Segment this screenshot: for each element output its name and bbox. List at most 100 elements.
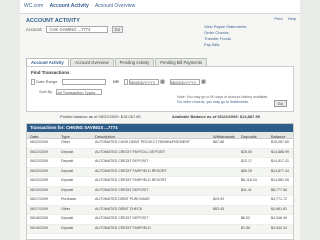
- column-header[interactable]: Type: [61, 134, 70, 139]
- tab-pending-activity[interactable]: Pending Activity: [114, 58, 155, 66]
- table-cell-dep: $6,118.34: [241, 178, 257, 182]
- tab-pending-bill-payments[interactable]: Pending Bill Payments: [155, 58, 208, 66]
- table-cell-type: Deposit: [61, 168, 74, 173]
- page: WC.com Account Activity Account Overview…: [20, 0, 300, 240]
- table-cell-desc[interactable]: AUTOMATED CASH DEBIT PROJECT REIMBURSEME…: [95, 140, 191, 144]
- table-cell-desc[interactable]: AUTOMATED CREDIT PAYROLL DEPOSIT: [95, 150, 191, 154]
- table-cell-bal2: $14,881.95: [271, 178, 289, 182]
- table-row[interactable]: 06/16/2009 Deposit AUTOMATED CREDIT FAIRFI…: [27, 224, 293, 234]
- table-cell-date: 06/22/2009: [30, 178, 48, 182]
- table-cell-dep: $65.25: [241, 168, 252, 173]
- table-row[interactable]: 06/22/2009 Deposit AUTOMATED CREDIT DEPOSI…: [27, 158, 293, 168]
- calendar-icon[interactable]: ▦: [201, 79, 206, 85]
- table-cell-type: Deposit: [61, 159, 74, 163]
- from-date-input[interactable]: MM/DD/YYYY: [128, 79, 159, 85]
- table-cell-type: Other: [61, 206, 70, 211]
- sort-select[interactable]: All Transaction Types: [56, 89, 103, 95]
- find-note: Note: You may go to 90 days of account h…: [177, 95, 287, 104]
- table-cell-bal2: $14,877.44: [271, 168, 289, 173]
- table-cell-desc[interactable]: AUTOMATED CREDIT FAIRFIELD RESORT: [95, 178, 191, 182]
- print-link[interactable]: Print: [274, 16, 282, 21]
- available-balance: Available Balance as of 06/22/2009: $14,…: [172, 114, 260, 119]
- table-cell-desc[interactable]: AUTOMATED CREDIT FAIRFIELD RESORT: [95, 169, 191, 173]
- table-header: Date Type Description Withdrawals Deposi…: [27, 132, 293, 139]
- column-header[interactable]: Deposits: [241, 134, 257, 139]
- table-cell-desc[interactable]: AUTOMATED CREDIT DEPOSIT: [95, 188, 191, 192]
- table-cell-bal2: $4,981.81: [271, 206, 287, 211]
- calendar-icon[interactable]: ▦: [160, 79, 165, 85]
- account-go-button[interactable]: Go: [111, 26, 124, 33]
- table-cell-date: 06/19/2009: [30, 187, 48, 192]
- table-row[interactable]: 06/16/2009 Deposit AUTOMATED CREDIT DEPOSI…: [27, 215, 293, 225]
- date-range-select[interactable]: [61, 79, 106, 85]
- column-header[interactable]: Withdrawals: [213, 134, 235, 139]
- table-cell-type: Deposit: [61, 149, 74, 154]
- column-header[interactable]: Description: [95, 134, 191, 139]
- table-row[interactable]: 06/19/2009 Deposit AUTOMATED CREDIT DEPOSI…: [27, 186, 293, 196]
- table-row[interactable]: 06/22/2009 Deposit AUTOMATED CREDIT PAYROL…: [27, 148, 293, 158]
- sort-row: Sort By All Transaction Types: [31, 89, 103, 95]
- table-title: Transactions for: CHKING SAVINGS ...7774: [27, 124, 293, 132]
- tab-account-activity[interactable]: Account Activity: [26, 58, 69, 66]
- nav-account-activity[interactable]: Account Activity: [50, 3, 89, 9]
- balance-row: Posted balance as of 06/22/2009: $15,067…: [26, 113, 294, 121]
- table-cell-desc[interactable]: AUTOMATED CREDIT DEPOSIT: [95, 216, 191, 220]
- table-cell-desc[interactable]: AUTOMATED DEBIT CHECK: [95, 207, 191, 211]
- custom-range-radio[interactable]: [123, 79, 128, 85]
- table-cell-date: 06/17/2009: [30, 206, 48, 211]
- table-cell-bal2: $8,777.56: [271, 187, 287, 192]
- table-cell-dep: $11.41: [241, 187, 252, 192]
- site-link[interactable]: WC.com: [24, 3, 43, 9]
- table-cell-date: 06/22/2009: [30, 149, 48, 154]
- date-range-label: Date Range: [36, 79, 58, 85]
- table-cell-type: Deposit: [61, 216, 74, 220]
- table-cell-type: Deposit: [61, 225, 74, 230]
- transactions-table: Transactions for: CHKING SAVINGS ...7774…: [26, 123, 294, 240]
- table-cell-bal2: $14,888.99: [271, 149, 289, 154]
- statements-link[interactable]: For older records, you may go to Stateme…: [177, 100, 287, 105]
- help-link[interactable]: Help: [288, 16, 296, 21]
- quick-link[interactable]: Pay Bills: [204, 42, 296, 48]
- table-cell-desc[interactable]: AUTOMATED DEBIT PURCHASE: [95, 197, 191, 201]
- table-row[interactable]: 06/17/2009 Purchase AUTOMATED DEBIT PURCHA…: [27, 196, 293, 206]
- date-range-radio[interactable]: [31, 79, 35, 85]
- top-navigation: WC.com Account Activity Account Overview: [20, 0, 300, 14]
- or-label: OR: [112, 79, 119, 85]
- table-cell-date: 06/16/2009: [30, 216, 48, 220]
- column-header[interactable]: Balance: [271, 134, 285, 139]
- table-cell-type: Deposit: [61, 187, 74, 192]
- table-cell-date: 06/17/2009: [30, 197, 48, 201]
- posted-balance: Posted balance as of 06/22/2009: $15,067…: [60, 114, 141, 119]
- tab-account-overview[interactable]: Account Overview: [69, 58, 114, 66]
- table-cell-type: Purchase: [61, 197, 77, 201]
- to-date-input[interactable]: MM/DD/YYYY: [169, 79, 200, 85]
- find-transactions-panel: Find Transactions Date Range OR MM/DD/YY…: [26, 66, 294, 112]
- table-cell-bal2: $14,817.31: [271, 159, 289, 163]
- table-row[interactable]: 06/22/2009 Deposit AUTOMATED CREDIT FAIRFI…: [27, 167, 293, 177]
- table-cell-bal2: $4,946.49: [271, 216, 287, 220]
- account-selector-row: Account: CHK GAMING ...7774 Go: [26, 26, 124, 33]
- find-go-button[interactable]: Go: [273, 100, 287, 107]
- table-cell-bal2: $15,067.80: [271, 140, 289, 144]
- table-cell-desc[interactable]: AUTOMATED CREDIT FAIRFIELD: [95, 226, 191, 230]
- nav-account-overview[interactable]: Account Overview: [95, 3, 135, 9]
- account-label: Account:: [26, 27, 43, 32]
- table-row[interactable]: 06/22/2009 Other AUTOMATED CASH DEBIT PROJ…: [27, 139, 293, 149]
- table-row[interactable]: 06/17/2009 Other AUTOMATED DEBIT CHECK $63.…: [27, 205, 293, 215]
- quick-links: View Payee Statements Order Checks Trans…: [204, 24, 296, 48]
- table-cell-wd: $67.88: [213, 140, 224, 144]
- utility-links: Print Help: [270, 16, 296, 21]
- account-select[interactable]: CHK GAMING ...7774: [46, 26, 109, 33]
- date-range-row: Date Range OR MM/DD/YYYY ▦ MM/DD/YYYY ▦: [31, 79, 206, 85]
- column-header[interactable]: Date: [30, 134, 38, 139]
- activity-tabs: Account Activity Account Overview Pendin…: [26, 58, 208, 66]
- sort-label: Sort By: [39, 89, 53, 95]
- table-cell-type: Deposit: [61, 178, 74, 182]
- table-cell-type: Other: [61, 140, 70, 144]
- table-body: 06/22/2009 Other AUTOMATED CASH DEBIT PROJ…: [27, 139, 293, 234]
- table-cell-date: 06/22/2009: [30, 140, 48, 144]
- table-row[interactable]: 06/22/2009 Deposit AUTOMATED CREDIT FAIRFI…: [27, 177, 293, 187]
- table-cell-dep: $1.56: [241, 225, 250, 230]
- table-cell-date: 06/22/2009: [30, 168, 48, 173]
- table-cell-desc[interactable]: AUTOMATED CREDIT DEPOSIT: [95, 159, 191, 163]
